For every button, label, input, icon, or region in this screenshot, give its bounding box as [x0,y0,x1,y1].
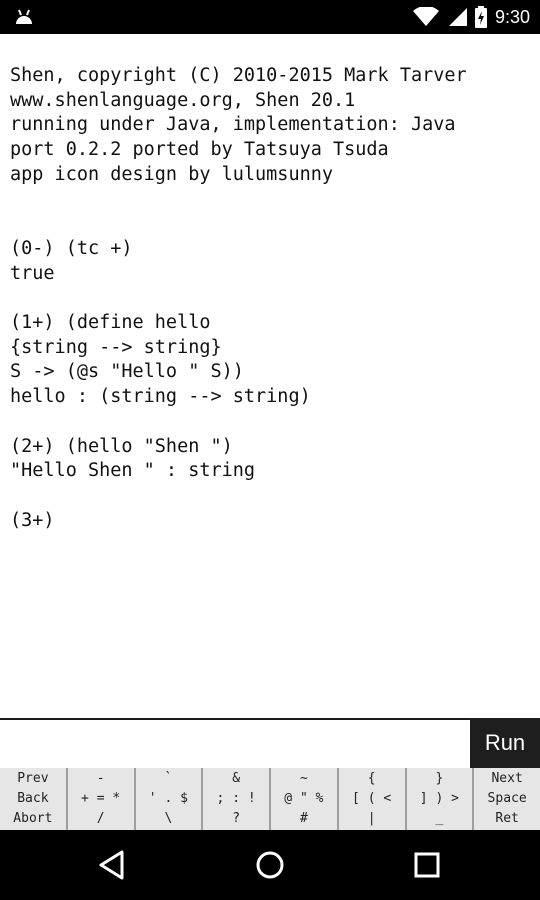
console-line: app icon design by lulumsunny [10,163,334,185]
console-line: running under Java, implementation: Java [10,114,456,136]
key-line: { [367,771,376,786]
console-line: www.shenlanguage.org, Shen 20.1 [10,89,356,111]
key-line: Abort [13,811,53,826]
key-line: ; : ! [216,791,256,806]
console-line: Shen, copyright (C) 2010-2015 Mark Tarve… [10,65,467,86]
key-line: # [299,811,308,826]
status-icons: 9:30 [412,0,530,34]
recents-square-icon[interactable] [410,848,444,882]
key-line: Back [17,791,49,806]
key-arithmetic[interactable]: - + = * / [67,768,134,830]
key-line: + = * [81,791,121,806]
console-line: S -> (@s "Hello " S)) [10,361,244,383]
battery-charging-icon [474,6,487,28]
key-navigation-right[interactable]: Next Space Ret [474,768,540,830]
key-line: _ [435,811,444,826]
symbol-keyboard-row: Prev Back Abort - + = * / ` ' . $ \ & ; … [0,768,540,830]
key-line: ? [232,811,241,826]
input-row: Run [0,718,540,768]
key-line: Ret [495,811,519,826]
console-line: port 0.2.2 ported by Tatsuya Tsuda [10,139,389,161]
key-navigation-left[interactable]: Prev Back Abort [0,768,66,830]
key-close-brackets[interactable]: } ] ) > _ [406,768,473,830]
key-line: } [435,771,444,786]
signal-icon [448,8,467,26]
console-text: Shen, copyright (C) 2010-2015 Mark Tarve… [10,64,467,533]
key-line: Next [491,771,523,786]
status-time: 9:30 [494,6,530,27]
repl-console-output: Shen, copyright (C) 2010-2015 Mark Tarve… [0,34,540,718]
key-line: | [367,811,376,826]
key-line: ~ [299,771,308,786]
console-line: {string --> string} [10,336,222,358]
key-line: ] ) > [419,791,459,806]
console-line: hello : (string --> string) [10,386,311,408]
console-line: (3+) [10,509,55,531]
console-line: (0-) (tc +) [10,237,133,259]
run-button[interactable]: Run [470,718,540,768]
key-open-brackets[interactable]: { [ ( < | [338,768,405,830]
key-line: ` [164,771,173,786]
console-line: true [10,262,55,284]
key-symbols[interactable]: ~ @ " % # [271,768,337,830]
repl-input-field[interactable] [0,720,470,768]
console-line: (2+) (hello "Shen ") [10,435,233,457]
android-notification-icon [16,9,32,24]
key-line: @ " % [284,791,324,806]
key-line: [ ( < [352,791,392,806]
key-line: / [96,811,105,826]
key-line: Prev [17,771,49,786]
key-punctuation[interactable]: & ; : ! ? [203,768,269,830]
console-line: (1+) (define hello [10,312,211,334]
key-line: \ [164,811,173,826]
home-circle-icon[interactable] [253,848,287,882]
system-navigation-bar [0,830,540,900]
back-triangle-icon[interactable] [96,848,130,882]
key-quotes[interactable]: ` ' . $ \ [135,768,202,830]
key-line: Space [487,791,527,806]
key-line: ' . $ [148,791,188,806]
key-line: - [96,771,105,786]
key-line: & [232,771,241,786]
wifi-icon [412,7,439,26]
console-line: "Hello Shen " : string [10,460,256,482]
status-bar: 9:30 [0,0,540,34]
